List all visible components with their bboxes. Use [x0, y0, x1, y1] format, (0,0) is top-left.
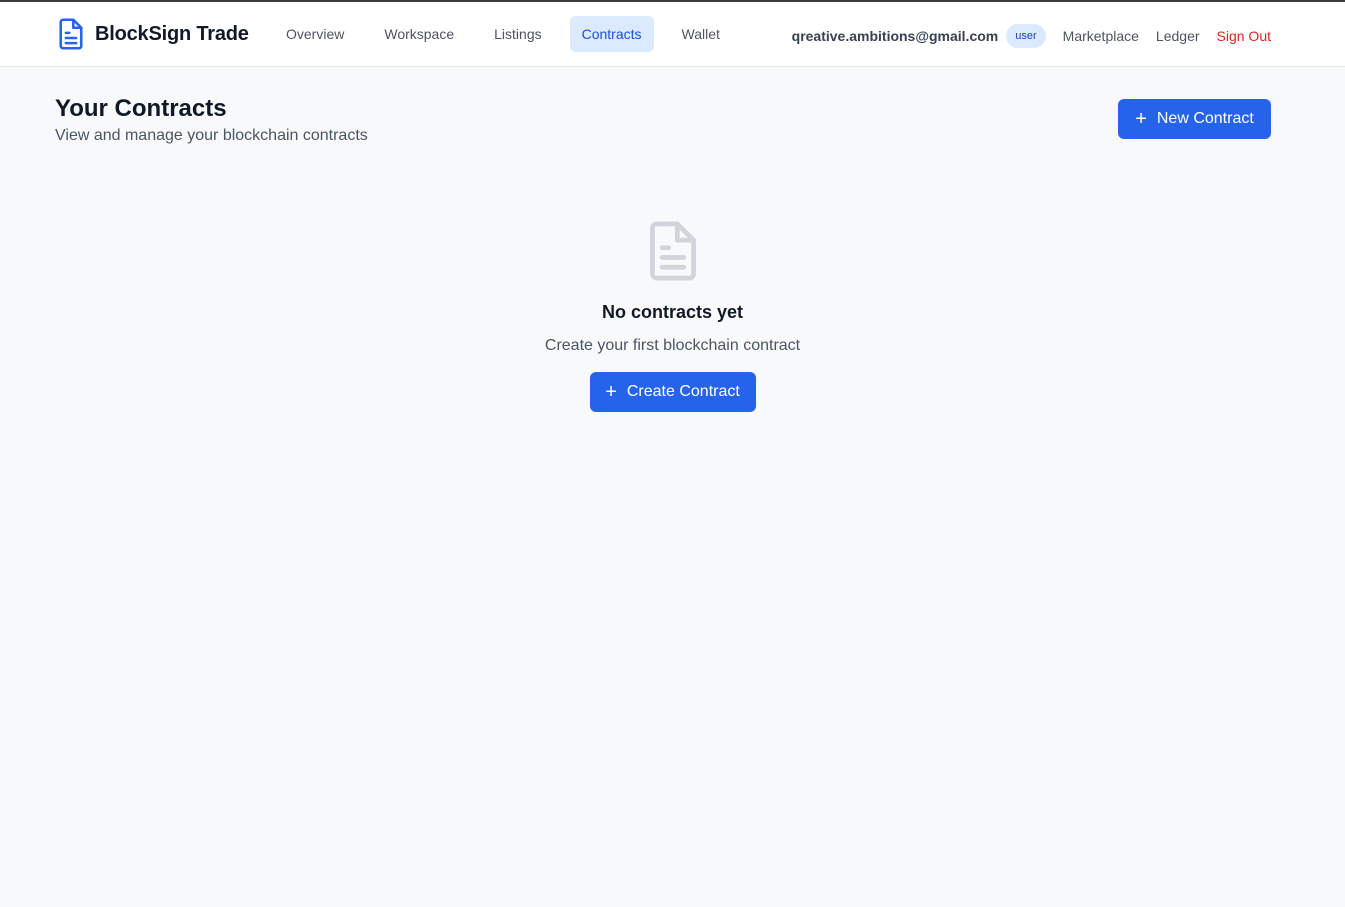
nav-contracts[interactable]: Contracts [569, 16, 654, 52]
marketplace-link[interactable]: Marketplace [1063, 28, 1139, 44]
document-icon [59, 18, 83, 50]
page-title: Your Contracts [55, 95, 227, 122]
new-contract-label: New Contract [1156, 110, 1254, 127]
document-icon [649, 221, 696, 281]
plus-icon: + [1135, 108, 1147, 130]
plus-icon: + [605, 381, 617, 403]
nav-wallet[interactable]: Wallet [670, 16, 732, 52]
main-nav: Overview Workspace Listings Contracts Wa… [274, 16, 748, 52]
sign-out-link[interactable]: Sign Out [1217, 28, 1271, 44]
nav-overview[interactable]: Overview [274, 16, 356, 52]
brand-name: BlockSign Trade [95, 22, 249, 45]
page-header: Your Contracts View and manage your bloc… [55, 95, 368, 145]
nav-listings[interactable]: Listings [482, 16, 553, 52]
brand-logo[interactable]: BlockSign Trade [57, 17, 249, 51]
create-contract-label: Create Contract [626, 383, 740, 400]
user-email: qreative.ambitions@gmail.com [791, 28, 999, 44]
page-subtitle: View and manage your blockchain contract… [55, 127, 368, 144]
empty-state: No contracts yet Create your first block… [0, 220, 1345, 412]
create-contract-button[interactable]: + Create Contract [589, 372, 756, 412]
new-contract-button[interactable]: + New Contract [1118, 99, 1271, 139]
role-badge: user [1006, 24, 1046, 48]
empty-state-subtitle: Create your first blockchain contract [544, 337, 801, 354]
top-navbar: BlockSign Trade Overview Workspace Listi… [0, 2, 1345, 67]
empty-state-title: No contracts yet [601, 302, 744, 322]
ledger-link[interactable]: Ledger [1156, 28, 1200, 44]
nav-workspace[interactable]: Workspace [372, 16, 466, 52]
user-area: qreative.ambitions@gmail.com user Market… [792, 16, 1271, 56]
